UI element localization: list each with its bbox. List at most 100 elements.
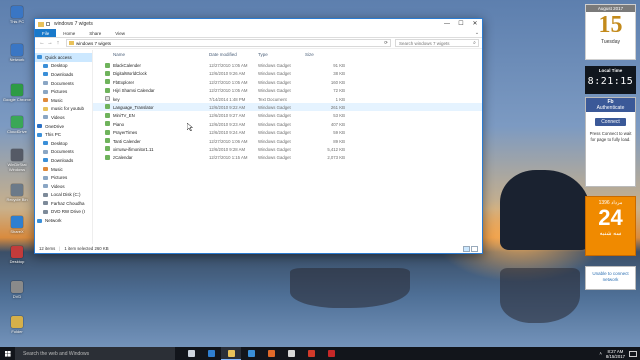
search-input[interactable]: [399, 40, 471, 46]
calendar-gadget[interactable]: August 2017 15 Tuesday: [585, 4, 636, 60]
facebook-gadget[interactable]: Fb Authenticate Connect Press Connect to…: [585, 97, 636, 187]
desktop-icon[interactable]: Network: [2, 44, 32, 62]
file-row[interactable]: Piano 12/6/2010 9:23 AM Windows Gadget 407 …: [93, 120, 482, 128]
nav-item[interactable]: Videos: [35, 113, 92, 122]
taskbar-app-explorer[interactable]: [221, 347, 241, 360]
network-gadget[interactable]: Unable to connect network: [585, 266, 636, 290]
nav-item[interactable]: Videos: [35, 182, 92, 191]
start-button[interactable]: [0, 347, 15, 360]
file-explorer-window[interactable]: windows 7 wigets — ☐ ✕ File Home Share V…: [34, 18, 483, 254]
nav-item[interactable]: Network: [35, 216, 92, 225]
column-name[interactable]: Name: [113, 52, 125, 57]
nav-item[interactable]: Music: [35, 96, 92, 105]
close-button[interactable]: ✕: [468, 19, 482, 29]
nav-item[interactable]: OneDrive: [35, 122, 92, 131]
file-row[interactable]: zCalendar 12/27/2010 1:15 AM Windows Gadge…: [93, 153, 482, 161]
nav-item[interactable]: Quick access: [35, 53, 92, 62]
taskbar-app-store[interactable]: [241, 347, 261, 360]
taskbar-app-edge[interactable]: [201, 347, 221, 360]
edge-icon: [207, 350, 215, 357]
nav-item[interactable]: Documents: [35, 148, 92, 157]
nav-item[interactable]: music for youtub: [35, 105, 92, 114]
desktop-icon[interactable]: This PC: [2, 6, 32, 24]
file-row[interactable]: xirrusw-ifimonitor1.11 12/6/2010 9:28 AM W…: [93, 145, 482, 153]
nav-item[interactable]: Desktop: [35, 139, 92, 148]
facebook-connect-button[interactable]: Connect: [595, 118, 626, 126]
nav-item[interactable]: Desktop: [35, 62, 92, 71]
column-size[interactable]: Size: [305, 52, 314, 57]
tab-share[interactable]: Share: [82, 29, 108, 37]
column-type[interactable]: Type: [258, 52, 268, 57]
taskbar-search-box[interactable]: Search the web and Windows: [15, 347, 175, 360]
nav-item[interactable]: Downloads: [35, 156, 92, 165]
folder-icon: [43, 89, 48, 94]
taskbar-app-recorder[interactable]: [321, 347, 341, 360]
up-button[interactable]: ↑: [54, 40, 62, 46]
file-name: DigitalWorldClock: [113, 71, 147, 77]
file-row[interactable]: Language_Translator 12/6/2010 9:22 AM Wind…: [93, 102, 482, 112]
shamsi-calendar-gadget[interactable]: مرداد 1396 24 سه شنبه: [585, 196, 636, 256]
tab-file[interactable]: File: [35, 29, 57, 37]
taskbar-app-photos[interactable]: [261, 347, 281, 360]
gadget-file-icon: [105, 87, 110, 93]
nav-item-label: Pictures: [51, 175, 68, 181]
file-size: 2,073 KB: [327, 155, 345, 161]
desktop-icon[interactable]: Google Chrome: [2, 84, 32, 102]
file-row[interactable]: Hijri Shamsi Calendar 12/27/2010 1:05 AM W…: [93, 86, 482, 94]
nav-item[interactable]: Farhaz Choudha: [35, 199, 92, 208]
nav-item[interactable]: Music: [35, 165, 92, 174]
folder-icon: [43, 209, 48, 214]
address-bar[interactable]: windows 7 wigets ⟳: [66, 39, 391, 47]
minimize-button[interactable]: —: [440, 19, 454, 29]
taskbar: Search the web and Windows ˄ 8:27 AM 8/1…: [0, 347, 640, 360]
folder-icon: [37, 218, 42, 223]
refresh-icon[interactable]: ⟳: [382, 40, 390, 46]
nav-item[interactable]: Pictures: [35, 87, 92, 96]
search-icon[interactable]: ⌕: [471, 40, 478, 46]
column-date-modified[interactable]: Date modified: [209, 52, 237, 57]
desktop-icon[interactable]: Desktop: [2, 246, 32, 264]
tab-home[interactable]: Home: [56, 29, 82, 37]
folder-icon: [43, 192, 48, 197]
back-button[interactable]: ←: [38, 40, 46, 46]
maximize-button[interactable]: ☐: [454, 19, 468, 29]
file-row[interactable]: FbExplorer 12/27/2010 1:05 AM Windows Gadg…: [93, 78, 482, 86]
desktop-icon[interactable]: DVD: [2, 281, 32, 299]
desktop-icon[interactable]: CloudDrive: [2, 116, 32, 134]
file-row[interactable]: PrayerTimes 12/6/2010 9:24 AM Windows Gadg…: [93, 128, 482, 136]
taskbar-time: 8:27 AM: [607, 348, 624, 354]
clock-gadget[interactable]: Local Time 8:21:15: [585, 66, 636, 94]
forward-button[interactable]: →: [46, 40, 54, 46]
search-box[interactable]: ⌕: [395, 39, 479, 47]
file-row[interactable]: MiniTV_EN 12/6/2010 9:27 AM Windows Gadget…: [93, 111, 482, 119]
taskbar-clock[interactable]: 8:27 AM 8/15/2017: [606, 349, 625, 359]
title-bar[interactable]: windows 7 wigets — ☐ ✕: [35, 19, 482, 29]
nav-item[interactable]: Local Disk (C:): [35, 191, 92, 200]
desktop-icon[interactable]: Recycle Bin: [2, 184, 32, 202]
taskbar-app-task-view[interactable]: [181, 347, 201, 360]
large-icons-view-button[interactable]: [471, 245, 478, 252]
nav-item[interactable]: Pictures: [35, 173, 92, 182]
folder-icon: [43, 115, 48, 120]
desktop-icon[interactable]: Folder: [2, 316, 32, 334]
tab-view[interactable]: View: [108, 29, 132, 37]
nav-item[interactable]: DVD RW Drive (I: [35, 208, 92, 217]
nav-item[interactable]: This PC: [35, 130, 92, 139]
nav-item-label: Videos: [51, 183, 65, 189]
desktop-icon[interactable]: WinDirStat Windows: [2, 149, 32, 172]
details-view-button[interactable]: [463, 245, 470, 252]
desktop-icon-label: Recycle Bin: [6, 197, 28, 202]
taskbar-app-media[interactable]: [281, 347, 301, 360]
file-row[interactable]: BlackCalender 12/27/2010 1:05 AM Windows G…: [93, 61, 482, 69]
show-hidden-icons-button[interactable]: ˄: [599, 351, 602, 356]
expand-ribbon-icon[interactable]: ⌄: [472, 29, 482, 37]
nav-item[interactable]: Downloads: [35, 70, 92, 79]
nav-item[interactable]: Documents: [35, 79, 92, 88]
file-row[interactable]: Tanti Calender 12/27/2010 1:06 AM Windows …: [93, 137, 482, 145]
file-row[interactable]: key 7/14/2014 1:48 PM Text Document 1 KB: [93, 95, 482, 103]
file-row[interactable]: DigitalWorldClock 12/6/2010 9:26 AM Window…: [93, 69, 482, 77]
desktop-icon[interactable]: ShareX: [2, 216, 32, 234]
taskbar-app-opera[interactable]: [301, 347, 321, 360]
action-center-icon[interactable]: [629, 350, 637, 357]
quick-access-toolbar-icon[interactable]: [46, 22, 50, 26]
